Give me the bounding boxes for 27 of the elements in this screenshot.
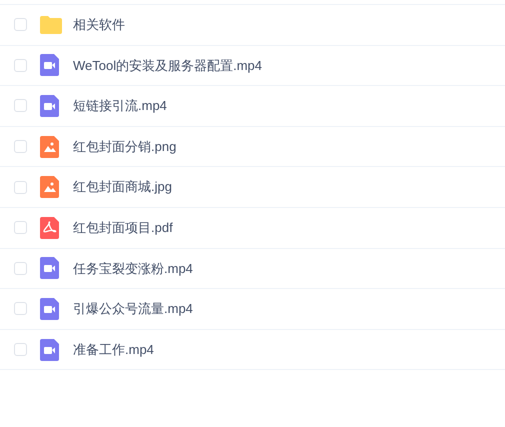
video-file-icon	[40, 257, 59, 280]
checkbox[interactable]	[14, 140, 26, 154]
checkbox[interactable]	[14, 18, 26, 32]
video-file-icon	[40, 298, 59, 320]
file-name[interactable]: 相关软件	[73, 15, 125, 35]
file-name[interactable]: 引爆公众号流量.mp4	[73, 299, 193, 319]
checkbox[interactable]	[14, 343, 26, 356]
file-name[interactable]: 任务宝裂变涨粉.mp4	[73, 258, 193, 278]
checkbox[interactable]	[14, 262, 26, 275]
file-name[interactable]: 短链接引流.mp4	[73, 96, 167, 116]
file-name[interactable]: 红包封面项目.pdf	[73, 218, 173, 238]
video-file-icon	[40, 54, 59, 76]
file-name[interactable]: WeTool的安装及服务器配置.mp4	[73, 56, 262, 76]
video-file-icon	[40, 338, 59, 361]
pdf-file-icon	[40, 216, 59, 239]
folder-icon	[40, 16, 62, 34]
checkbox[interactable]	[14, 99, 26, 112]
image-file-icon	[40, 176, 59, 198]
checkbox[interactable]	[14, 58, 26, 72]
image-file-icon	[40, 136, 59, 158]
file-name[interactable]: 红包封面分销.png	[73, 136, 176, 156]
file-name[interactable]: 红包封面商城.jpg	[73, 177, 172, 197]
file-name[interactable]: 准备工作.mp4	[73, 340, 154, 360]
checkbox[interactable]	[14, 302, 26, 316]
video-file-icon	[40, 94, 59, 117]
checkbox[interactable]	[14, 180, 26, 194]
checkbox[interactable]	[14, 221, 26, 234]
